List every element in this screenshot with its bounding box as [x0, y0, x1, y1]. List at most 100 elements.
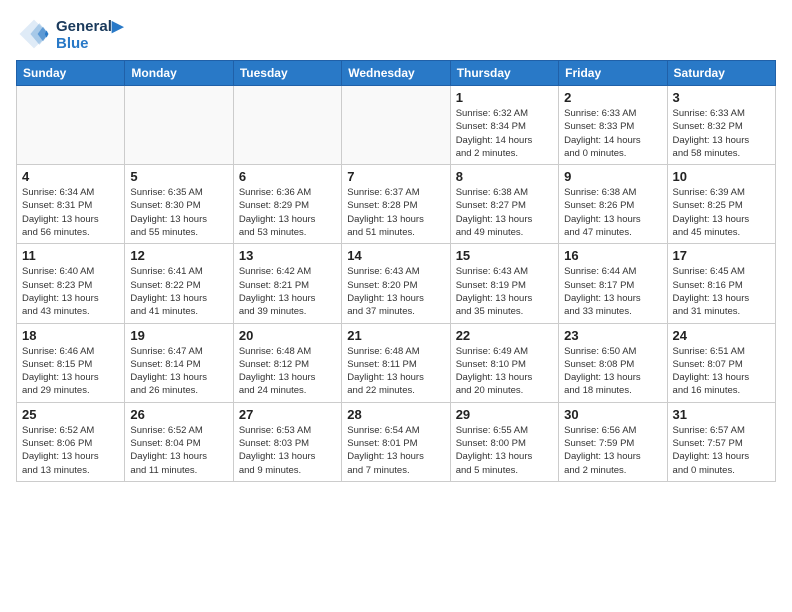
day-info: Sunrise: 6:38 AM Sunset: 8:26 PM Dayligh… [564, 186, 661, 239]
day-number: 31 [673, 407, 770, 422]
day-cell: 23Sunrise: 6:50 AM Sunset: 8:08 PM Dayli… [559, 323, 667, 402]
day-cell: 5 Sunrise: 6:35 AM Sunset: 8:30 PM Daylig… [125, 165, 233, 244]
day-cell: 19Sunrise: 6:47 AM Sunset: 8:14 PM Dayli… [125, 323, 233, 402]
day-cell: 8 Sunrise: 6:38 AM Sunset: 8:27 PM Daylig… [450, 165, 558, 244]
day-number: 6 [239, 169, 336, 184]
day-number: 30 [564, 407, 661, 422]
day-info: Sunrise: 6:51 AM Sunset: 8:07 PM Dayligh… [673, 345, 770, 398]
day-number: 7 [347, 169, 444, 184]
day-info: Sunrise: 6:57 AM Sunset: 7:57 PM Dayligh… [673, 424, 770, 477]
weekday-wednesday: Wednesday [342, 61, 450, 86]
day-number: 22 [456, 328, 553, 343]
day-info: Sunrise: 6:50 AM Sunset: 8:08 PM Dayligh… [564, 345, 661, 398]
day-cell: 27 Sunrise: 6:53 AM Sunset: 8:03 PM Dayli… [233, 402, 341, 481]
day-info: Sunrise: 6:39 AM Sunset: 8:25 PM Dayligh… [673, 186, 770, 239]
day-cell: 1 Sunrise: 6:32 AM Sunset: 8:34 PM Daylig… [450, 86, 558, 165]
day-number: 18 [22, 328, 119, 343]
day-info: Sunrise: 6:38 AM Sunset: 8:27 PM Dayligh… [456, 186, 553, 239]
day-number: 24 [673, 328, 770, 343]
page-header: General▶ Blue [16, 16, 776, 52]
day-number: 9 [564, 169, 661, 184]
logo-text: General▶ Blue [56, 17, 123, 52]
day-number: 17 [673, 248, 770, 263]
day-number: 21 [347, 328, 444, 343]
day-info: Sunrise: 6:48 AM Sunset: 8:12 PM Dayligh… [239, 345, 336, 398]
day-cell: 28Sunrise: 6:54 AM Sunset: 8:01 PM Dayli… [342, 402, 450, 481]
day-cell: 24 Sunrise: 6:51 AM Sunset: 8:07 PM Dayli… [667, 323, 775, 402]
day-cell [17, 86, 125, 165]
day-cell: 17 Sunrise: 6:45 AM Sunset: 8:16 PM Dayli… [667, 244, 775, 323]
day-cell: 7 Sunrise: 6:37 AM Sunset: 8:28 PM Daylig… [342, 165, 450, 244]
week-row-3: 11 Sunrise: 6:40 AM Sunset: 8:23 PM Dayli… [17, 244, 776, 323]
weekday-monday: Monday [125, 61, 233, 86]
day-cell: 22 Sunrise: 6:49 AM Sunset: 8:10 PM Dayli… [450, 323, 558, 402]
day-info: Sunrise: 6:46 AM Sunset: 8:15 PM Dayligh… [22, 345, 119, 398]
day-info: Sunrise: 6:42 AM Sunset: 8:21 PM Dayligh… [239, 265, 336, 318]
day-cell: 13 Sunrise: 6:42 AM Sunset: 8:21 PM Dayli… [233, 244, 341, 323]
day-info: Sunrise: 6:52 AM Sunset: 8:04 PM Dayligh… [130, 424, 227, 477]
day-number: 11 [22, 248, 119, 263]
day-info: Sunrise: 6:34 AM Sunset: 8:31 PM Dayligh… [22, 186, 119, 239]
day-number: 8 [456, 169, 553, 184]
day-number: 16 [564, 248, 661, 263]
day-info: Sunrise: 6:55 AM Sunset: 8:00 PM Dayligh… [456, 424, 553, 477]
logo: General▶ Blue [16, 16, 123, 52]
day-number: 19 [130, 328, 227, 343]
day-number: 14 [347, 248, 444, 263]
day-info: Sunrise: 6:49 AM Sunset: 8:10 PM Dayligh… [456, 345, 553, 398]
day-info: Sunrise: 6:56 AM Sunset: 7:59 PM Dayligh… [564, 424, 661, 477]
day-info: Sunrise: 6:33 AM Sunset: 8:33 PM Dayligh… [564, 107, 661, 160]
day-cell: 15 Sunrise: 6:43 AM Sunset: 8:19 PM Dayli… [450, 244, 558, 323]
day-number: 13 [239, 248, 336, 263]
weekday-friday: Friday [559, 61, 667, 86]
day-number: 20 [239, 328, 336, 343]
weekday-header-row: SundayMondayTuesdayWednesdayThursdayFrid… [17, 61, 776, 86]
day-info: Sunrise: 6:41 AM Sunset: 8:22 PM Dayligh… [130, 265, 227, 318]
day-number: 25 [22, 407, 119, 422]
day-info: Sunrise: 6:45 AM Sunset: 8:16 PM Dayligh… [673, 265, 770, 318]
day-cell: 11 Sunrise: 6:40 AM Sunset: 8:23 PM Dayli… [17, 244, 125, 323]
day-number: 5 [130, 169, 227, 184]
day-number: 27 [239, 407, 336, 422]
day-info: Sunrise: 6:40 AM Sunset: 8:23 PM Dayligh… [22, 265, 119, 318]
day-number: 15 [456, 248, 553, 263]
week-row-4: 18 Sunrise: 6:46 AM Sunset: 8:15 PM Dayli… [17, 323, 776, 402]
day-cell: 18 Sunrise: 6:46 AM Sunset: 8:15 PM Dayli… [17, 323, 125, 402]
day-cell: 31 Sunrise: 6:57 AM Sunset: 7:57 PM Dayli… [667, 402, 775, 481]
day-info: Sunrise: 6:48 AM Sunset: 8:11 PM Dayligh… [347, 345, 444, 398]
day-number: 1 [456, 90, 553, 105]
day-info: Sunrise: 6:37 AM Sunset: 8:28 PM Dayligh… [347, 186, 444, 239]
day-info: Sunrise: 6:53 AM Sunset: 8:03 PM Dayligh… [239, 424, 336, 477]
day-cell: 12 Sunrise: 6:41 AM Sunset: 8:22 PM Dayli… [125, 244, 233, 323]
day-number: 28 [347, 407, 444, 422]
day-info: Sunrise: 6:43 AM Sunset: 8:20 PM Dayligh… [347, 265, 444, 318]
day-cell: 20 Sunrise: 6:48 AM Sunset: 8:12 PM Dayli… [233, 323, 341, 402]
weekday-sunday: Sunday [17, 61, 125, 86]
day-info: Sunrise: 6:33 AM Sunset: 8:32 PM Dayligh… [673, 107, 770, 160]
day-cell: 6Sunrise: 6:36 AM Sunset: 8:29 PM Daylig… [233, 165, 341, 244]
day-number: 2 [564, 90, 661, 105]
day-number: 12 [130, 248, 227, 263]
day-info: Sunrise: 6:43 AM Sunset: 8:19 PM Dayligh… [456, 265, 553, 318]
day-cell: 26 Sunrise: 6:52 AM Sunset: 8:04 PM Dayli… [125, 402, 233, 481]
day-info: Sunrise: 6:35 AM Sunset: 8:30 PM Dayligh… [130, 186, 227, 239]
day-info: Sunrise: 6:32 AM Sunset: 8:34 PM Dayligh… [456, 107, 553, 160]
day-cell: 29Sunrise: 6:55 AM Sunset: 8:00 PM Dayli… [450, 402, 558, 481]
calendar-body: 1 Sunrise: 6:32 AM Sunset: 8:34 PM Daylig… [17, 86, 776, 482]
week-row-5: 25 Sunrise: 6:52 AM Sunset: 8:06 PM Dayli… [17, 402, 776, 481]
day-info: Sunrise: 6:52 AM Sunset: 8:06 PM Dayligh… [22, 424, 119, 477]
weekday-tuesday: Tuesday [233, 61, 341, 86]
day-cell: 16 Sunrise: 6:44 AM Sunset: 8:17 PM Dayli… [559, 244, 667, 323]
day-number: 26 [130, 407, 227, 422]
day-number: 3 [673, 90, 770, 105]
weekday-saturday: Saturday [667, 61, 775, 86]
calendar-table: SundayMondayTuesdayWednesdayThursdayFrid… [16, 60, 776, 482]
week-row-1: 1 Sunrise: 6:32 AM Sunset: 8:34 PM Daylig… [17, 86, 776, 165]
day-number: 10 [673, 169, 770, 184]
logo-icon [16, 16, 52, 52]
day-cell [342, 86, 450, 165]
day-cell: 25 Sunrise: 6:52 AM Sunset: 8:06 PM Dayli… [17, 402, 125, 481]
day-cell: 14 Sunrise: 6:43 AM Sunset: 8:20 PM Dayli… [342, 244, 450, 323]
week-row-2: 4Sunrise: 6:34 AM Sunset: 8:31 PM Daylig… [17, 165, 776, 244]
day-info: Sunrise: 6:44 AM Sunset: 8:17 PM Dayligh… [564, 265, 661, 318]
